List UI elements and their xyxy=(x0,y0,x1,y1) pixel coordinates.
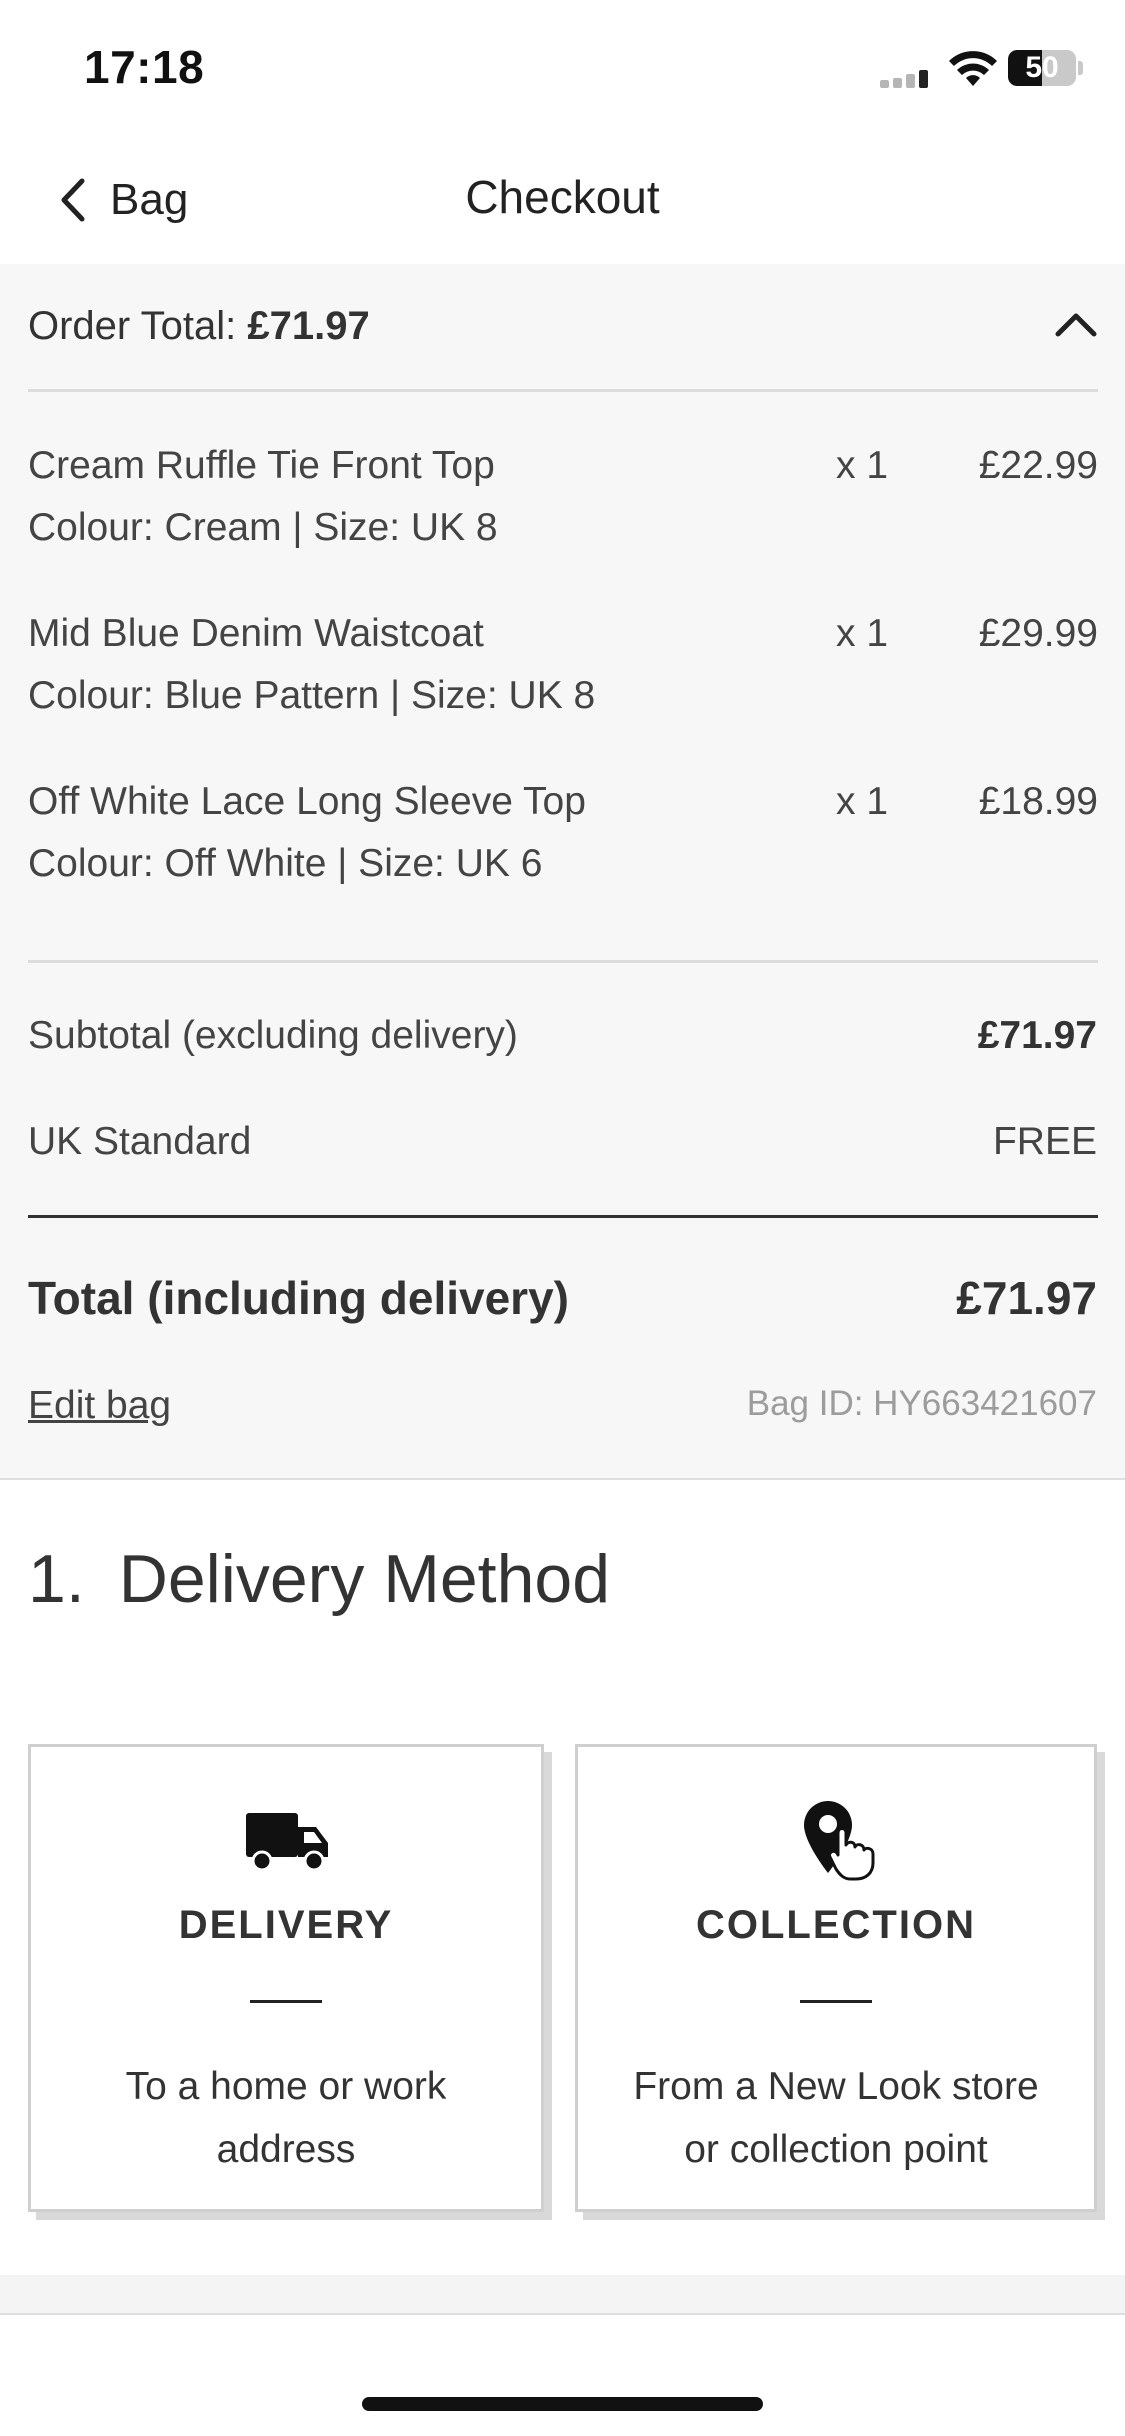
item-variant: Colour: Blue Pattern | Size: UK 8 xyxy=(28,674,596,717)
item-variant: Colour: Cream | Size: UK 8 xyxy=(28,506,498,549)
item-price: £29.99 xyxy=(978,612,1098,655)
order-total: Order Total: £71.97 xyxy=(28,304,370,349)
status-bar: 17:18 50 xyxy=(0,0,1125,140)
page-title: Checkout xyxy=(465,171,660,223)
battery-level: 50 xyxy=(1025,51,1059,84)
collection-option-card[interactable]: COLLECTION From a New Look store or coll… xyxy=(575,1744,1097,2212)
item-name: Cream Ruffle Tie Front Top xyxy=(28,444,495,487)
shipping-value: FREE xyxy=(992,1120,1097,1163)
order-total-value: £71.97 xyxy=(247,304,370,348)
shipping-label: UK Standard xyxy=(28,1120,252,1163)
item-quantity: x 1 xyxy=(836,780,889,823)
edit-bag-link[interactable]: Edit bag xyxy=(28,1384,171,1428)
next-section-divider xyxy=(0,2275,1125,2315)
cellular-signal-icon xyxy=(880,66,936,88)
divider xyxy=(800,2000,872,2003)
divider xyxy=(28,960,1098,963)
item-variant: Colour: Off White | Size: UK 6 xyxy=(28,842,543,885)
divider xyxy=(250,2000,322,2003)
subtotal-label: Subtotal (excluding delivery) xyxy=(28,1014,518,1057)
section-label: Delivery Method xyxy=(118,1541,611,1617)
delivery-option-card[interactable]: DELIVERY To a home or work address xyxy=(28,1744,544,2212)
home-indicator[interactable] xyxy=(362,2397,763,2411)
collection-option-title: COLLECTION xyxy=(696,1903,976,1947)
subtotal-value: £71.97 xyxy=(977,1014,1097,1057)
order-item: Cream Ruffle Tie Front Top Colour: Cream… xyxy=(28,444,1098,574)
description-line: or collection point xyxy=(684,2128,988,2171)
order-summary-header[interactable]: Order Total: £71.97 xyxy=(28,264,1098,392)
order-summary: Order Total: £71.97 Cream Ruffle Tie Fro… xyxy=(0,264,1125,1480)
delivery-option-description: To a home or work address xyxy=(31,2055,541,2181)
description-line: address xyxy=(216,2128,356,2171)
divider xyxy=(28,1215,1098,1218)
item-price: £22.99 xyxy=(978,444,1098,487)
order-item: Off White Lace Long Sleeve Top Colour: O… xyxy=(28,780,1098,910)
battery-cap xyxy=(1078,61,1083,75)
order-item: Mid Blue Denim Waistcoat Colour: Blue Pa… xyxy=(28,612,1098,742)
truck-icon xyxy=(246,1813,328,1872)
collection-option-description: From a New Look store or collection poin… xyxy=(578,2055,1094,2181)
item-name: Off White Lace Long Sleeve Top xyxy=(28,780,586,823)
status-time: 17:18 xyxy=(84,41,205,93)
order-total-label: Order Total: xyxy=(28,304,237,348)
item-name: Mid Blue Denim Waistcoat xyxy=(28,612,484,655)
nav-bar: Bag Checkout xyxy=(0,140,1125,264)
delivery-option-title: DELIVERY xyxy=(178,1903,394,1947)
section-number: 1. xyxy=(28,1541,85,1617)
location-pin-hand-icon xyxy=(804,1801,875,1881)
total-value: £71.97 xyxy=(956,1272,1097,1324)
description-line: From a New Look store xyxy=(633,2065,1039,2108)
wifi-icon xyxy=(949,51,997,86)
item-price: £18.99 xyxy=(978,780,1098,823)
description-line: To a home or work xyxy=(125,2065,447,2108)
battery-icon: 50 xyxy=(1008,50,1076,86)
section-title: 1. Delivery Method xyxy=(28,1540,610,1618)
total-label: Total (including delivery) xyxy=(28,1272,569,1324)
bag-id: Bag ID: HY663421607 xyxy=(746,1384,1097,1423)
item-quantity: x 1 xyxy=(836,444,889,487)
item-quantity: x 1 xyxy=(836,612,889,655)
chevron-up-icon[interactable] xyxy=(1054,310,1098,340)
